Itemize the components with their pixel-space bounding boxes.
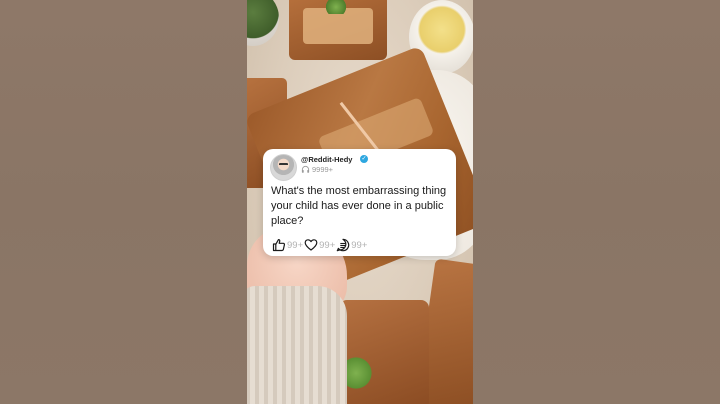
thumbs-up-icon xyxy=(272,239,286,252)
like-button[interactable]: 99+ xyxy=(272,238,303,252)
avatar[interactable] xyxy=(270,154,297,181)
verified-badge-icon: ✓ xyxy=(360,155,368,163)
reddit-post-card: @Reddit-Hedy ✓ 9999+ What's the most emb… xyxy=(263,149,456,256)
post-question: What's the most embarrassing thing your … xyxy=(271,185,447,227)
post-actions: 99+ 99+ 99+ xyxy=(272,238,368,252)
scallion-garnish-top xyxy=(321,0,351,14)
listen-count: 9999+ xyxy=(312,165,334,174)
avatar-glasses xyxy=(279,163,288,168)
comment-icon xyxy=(336,238,350,252)
right-blur-pillar xyxy=(473,0,720,404)
comment-count: 99+ xyxy=(351,239,368,251)
headphones-icon xyxy=(301,165,310,173)
like-count: 99+ xyxy=(287,239,304,251)
username[interactable]: @Reddit-Hedy xyxy=(301,155,352,164)
herb-bowl xyxy=(247,0,279,46)
heart-icon xyxy=(304,239,318,251)
comment-button[interactable]: 99+ xyxy=(336,238,367,252)
heart-count: 99+ xyxy=(319,239,336,251)
knit-sleeve xyxy=(247,286,347,404)
left-blur-pillar xyxy=(0,0,247,404)
heart-button[interactable]: 99+ xyxy=(304,238,335,252)
